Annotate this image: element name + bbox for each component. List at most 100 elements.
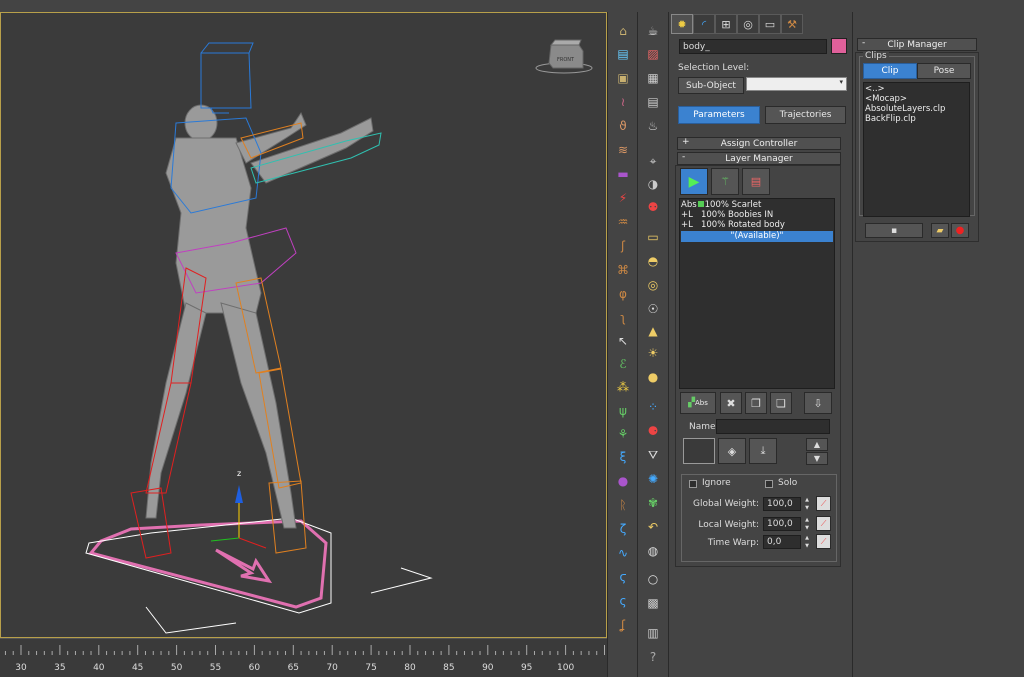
view-cube[interactable]: FRONT [535,39,593,74]
ripple-icon[interactable]: ≋ [613,141,633,159]
path-deform-icon[interactable]: ℰ [613,355,633,373]
sphere-modifier-icon[interactable]: ● [613,472,633,490]
parameters-button[interactable]: Parameters [678,106,760,124]
layer-available-row[interactable]: "(Available)" [681,231,833,242]
timeline-ruler[interactable]: 30 35 40 45 50 55 60 65 70 75 80 85 90 95 100 [0,638,607,677]
cloth-icon[interactable]: ⚘ [613,425,633,443]
teapot-icon[interactable]: ⌂ [613,22,633,40]
morpher-icon[interactable]: ξ [613,448,633,466]
plane-icon[interactable]: ▭ [643,228,663,246]
time-warp-spinner[interactable]: ▲ ▼ [803,535,811,549]
layer-list[interactable]: Abs 100% Scarlet +L 100% Boobies IN +L 10… [679,198,835,389]
wrap-icon[interactable]: ↶ [643,518,663,536]
add-abs-layer-button[interactable]: ▞ Abs [680,392,716,414]
layer-manager-rollout[interactable]: - Layer Manager [677,152,841,165]
ignore-checkbox[interactable] [689,480,697,488]
unwrap-icon[interactable]: ⁂ [613,378,633,396]
collapse-layer-icon[interactable]: ⇩ [804,392,832,414]
time-warp-field[interactable] [763,535,801,549]
tab-clip[interactable]: Clip [863,63,917,79]
tab-utilities-icon[interactable]: ⚒ [781,14,803,34]
solo-checkbox[interactable] [765,480,773,488]
layer-explorer-icon[interactable]: ▤ [613,45,633,63]
local-weight-spinner[interactable]: ▲ ▼ [803,517,811,531]
stretch-icon[interactable]: ζ [613,520,633,538]
glass-sphere-icon[interactable]: ○ [643,570,663,588]
document-icon[interactable]: ▥ [643,624,663,642]
local-weight-curve-icon[interactable]: ⟋ [816,516,831,531]
melt-icon[interactable]: ϛ [613,568,633,586]
curve-icon[interactable]: ʃ [613,237,633,255]
tab-motion-icon[interactable]: ◎ [737,14,759,34]
grid-texture-icon[interactable]: ▩ [643,594,663,612]
skin-icon[interactable]: ⚡ [613,189,633,207]
bend-modifier-icon[interactable]: ≀ [613,93,633,111]
foliage-icon[interactable]: ✾ [643,494,663,512]
global-weight-curve-icon[interactable]: ⟋ [816,496,831,511]
transform-gizmo[interactable]: z [210,469,267,549]
paste-layer-icon[interactable]: ❏ [770,392,792,414]
render-setup-icon[interactable]: ▦ [643,69,663,87]
save-layer-icon[interactable]: ⤓ [749,438,777,464]
sub-object-dropdown[interactable]: ▾ [746,77,847,91]
omni-light-icon[interactable]: ☉ [643,300,663,318]
noise-icon[interactable]: ∿ [613,544,633,562]
box-object-icon[interactable]: ▣ [613,69,633,87]
taper-icon[interactable]: φ [613,285,633,303]
half-sphere-icon[interactable]: ◑ [643,175,663,193]
help-icon[interactable]: ? [643,648,663,666]
global-weight-field[interactable] [763,497,801,511]
open-folder-icon[interactable]: ▰ [931,223,949,238]
cone-icon[interactable]: ▲ [643,322,663,340]
delete-clip-icon[interactable]: ● [951,223,969,238]
layer-swatch-button[interactable] [683,438,715,464]
gear-icon[interactable]: ✺ [643,470,663,488]
hair-icon[interactable]: ψ [613,402,633,420]
diamond-key-icon[interactable]: ◈ [718,438,746,464]
lattice-icon[interactable]: ⌘ [613,261,633,279]
material-ball-icon[interactable]: ◍ [643,542,663,560]
teapot-create-icon[interactable]: ☕ [643,22,663,40]
camera-icon[interactable]: ⌖ [643,152,663,170]
hemisphere-icon[interactable]: ◓ [643,252,663,270]
select-cursor-icon[interactable]: ↖ [613,332,633,350]
clip-item[interactable]: BackFlip.clp [865,114,916,125]
tab-modify-icon[interactable]: ◜ [693,14,715,34]
sun-icon[interactable]: ☀ [643,344,663,362]
controller-tree-icon[interactable]: ⚚ [711,168,739,195]
torus-icon[interactable]: ◎ [643,276,663,294]
animation-layers-icon[interactable]: ▤ [742,168,770,195]
tab-hierarchy-icon[interactable]: ⊞ [715,14,737,34]
trajectories-button[interactable]: Trajectories [765,106,846,124]
render-frame-icon[interactable]: ▨ [643,45,663,63]
layer-row[interactable]: +L 100% Rotated body [681,220,785,231]
render-light-icon[interactable]: ♨ [643,117,663,135]
ffd-icon[interactable]: ▬ [613,165,633,183]
viewport[interactable]: z FRONT [0,12,607,638]
global-weight-spinner[interactable]: ▲ ▼ [803,497,811,511]
move-up-icon[interactable]: ▲ [806,438,828,451]
material-editor-icon[interactable]: ▤ [643,93,663,111]
object-name-field[interactable] [679,39,827,54]
tab-pose[interactable]: Pose [917,63,971,79]
clip-manager-rollout[interactable]: - Clip Manager [857,38,977,51]
object-color-swatch[interactable] [831,38,847,54]
flex-icon[interactable]: ς [613,592,633,610]
twist-modifier-icon[interactable]: ϑ [613,117,633,135]
bone-icon[interactable]: ᚱ [613,496,633,514]
spline-icon[interactable]: ʅ [613,309,633,327]
particle-icon[interactable]: ⚉ [643,198,663,216]
tab-display-icon[interactable]: ▭ [759,14,781,34]
time-warp-curve-icon[interactable]: ⟋ [816,534,831,549]
move-down-icon[interactable]: ▼ [806,452,828,465]
clip-list[interactable]: <..> <Mocap> AbsoluteLayers.clp BackFlip… [863,82,970,217]
sub-object-button[interactable]: Sub-Object [678,77,744,94]
save-clip-icon[interactable]: ▪ [865,223,923,238]
pyramid-icon[interactable]: ⛛ [643,446,663,464]
play-layer-icon[interactable]: ▶ [680,168,708,195]
delete-layer-icon[interactable]: ✖ [720,392,742,414]
push-icon[interactable]: ʆ [613,616,633,634]
assign-controller-rollout[interactable]: + Assign Controller [677,137,841,150]
molecule-icon[interactable]: ⚈ [643,422,663,440]
scatter-icon[interactable]: ⁘ [643,398,663,416]
